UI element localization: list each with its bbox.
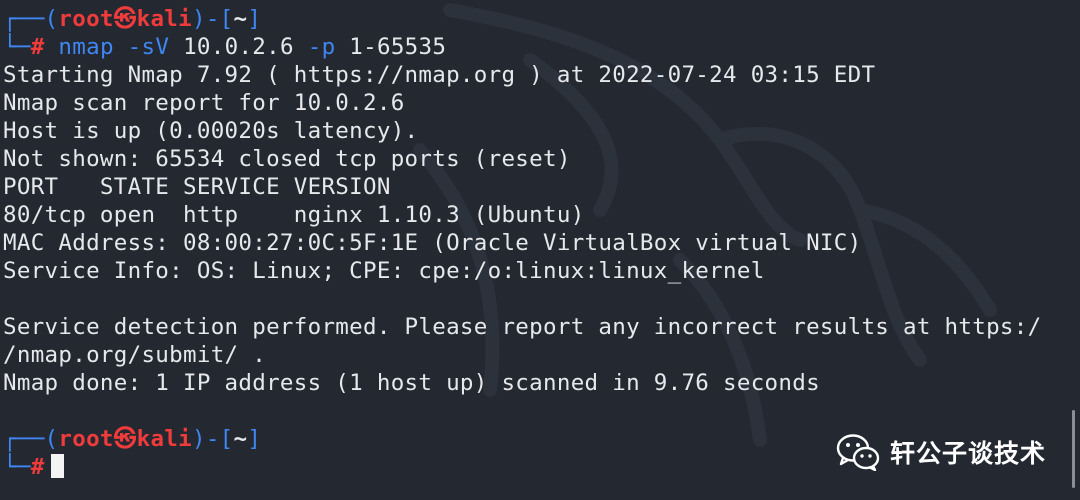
prompt-host: kali: [136, 6, 192, 32]
command-name: nmap: [58, 34, 114, 60]
prompt-dir: ~: [233, 426, 248, 452]
prompt-mid: )-[: [191, 426, 234, 452]
prompt-dir: ~: [233, 6, 248, 32]
terminal-output: ┌──(root㉿kali)-[~] └─# nmap -sV 10.0.2.6…: [3, 5, 1041, 481]
command-ports: 1-65535: [349, 34, 447, 60]
command-flag-sv: -sV: [127, 34, 170, 60]
prompt-separator-icon: ㉿: [113, 426, 137, 452]
output-line: Nmap done: 1 IP address (1 host up) scan…: [3, 370, 820, 396]
prompt-hash: #: [30, 454, 45, 480]
output-line: Starting Nmap 7.92 ( https://nmap.org ) …: [3, 62, 876, 88]
output-line: 80/tcp open http nginx 1.10.3 (Ubuntu): [3, 202, 585, 228]
prompt-user: root: [58, 6, 114, 32]
prompt-line-1: ┌──(root㉿kali)-[~]: [3, 5, 1041, 33]
prompt-separator-icon: ㉿: [113, 6, 137, 32]
prompt-close: ]: [247, 6, 262, 32]
wechat-icon: [836, 434, 880, 471]
terminal-window[interactable]: ┌──(root㉿kali)-[~] └─# nmap -sV 10.0.2.6…: [0, 0, 1080, 500]
prompt-corner: └─: [3, 34, 31, 60]
text-cursor[interactable]: [50, 454, 64, 478]
output-line: Service Info: OS: Linux; CPE: cpe:/o:lin…: [3, 258, 765, 284]
watermark-text: 轩公子谈技术: [889, 439, 1046, 468]
scrollbar[interactable]: [1072, 410, 1075, 488]
output-line: PORT STATE SERVICE VERSION: [3, 174, 391, 200]
output-line: Service detection performed. Please repo…: [3, 314, 1042, 340]
prompt-corner: └─: [3, 454, 31, 480]
output-line: MAC Address: 08:00:27:0C:5F:1E (Oracle V…: [3, 230, 862, 256]
prompt-close: ]: [247, 426, 262, 452]
prompt-open: ┌──(: [3, 6, 59, 32]
watermark: 轩公子谈技术: [836, 432, 1046, 472]
output-line: Host is up (0.00020s latency).: [3, 118, 419, 144]
command-flag-p: -p: [307, 34, 336, 60]
command-target: 10.0.2.6: [183, 34, 294, 60]
prompt-host: kali: [136, 426, 192, 452]
prompt-open: ┌──(: [3, 426, 59, 452]
output-line: Not shown: 65534 closed tcp ports (reset…: [3, 146, 571, 172]
command-line: └─# nmap -sV 10.0.2.6 -p 1-65535: [3, 33, 1041, 61]
output-line: Nmap scan report for 10.0.2.6: [3, 90, 405, 116]
prompt-mid: )-[: [191, 6, 234, 32]
prompt-user: root: [58, 426, 114, 452]
output-line: /nmap.org/submit/ .: [3, 342, 267, 368]
prompt-hash: #: [30, 34, 45, 60]
